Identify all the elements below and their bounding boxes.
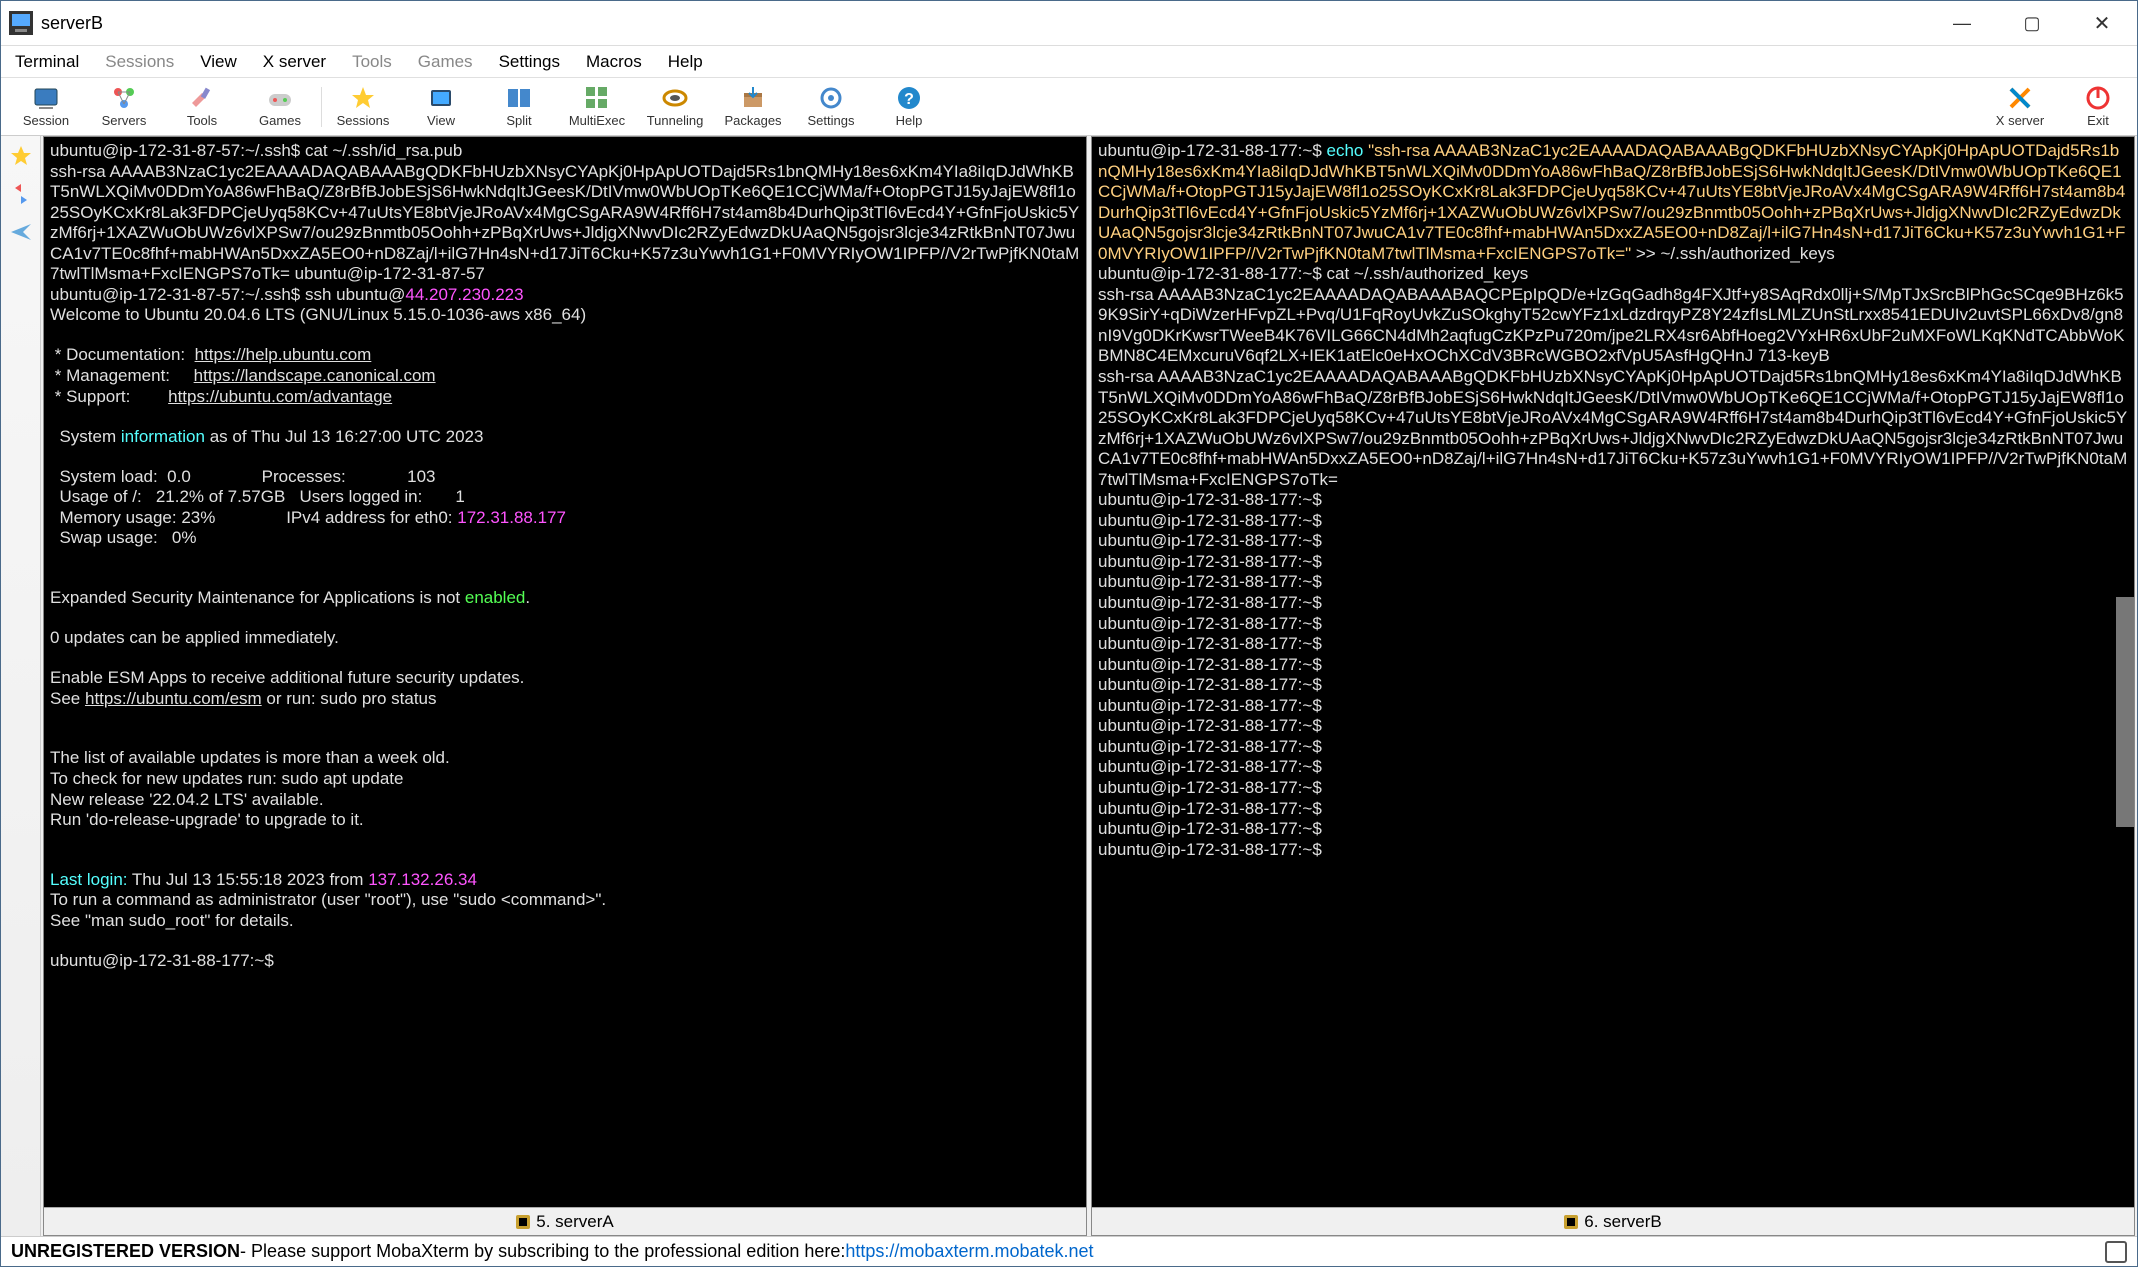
- menu-terminal[interactable]: Terminal: [5, 48, 89, 76]
- menubar: Terminal Sessions View X server Tools Ga…: [1, 46, 2137, 78]
- right-pane: ubuntu@ip-172-31-88-177:~$ echo "ssh-rsa…: [1091, 136, 2135, 1236]
- tool-packages[interactable]: Packages: [714, 79, 792, 135]
- menu-help[interactable]: Help: [658, 48, 713, 76]
- tool-tools[interactable]: Tools: [163, 79, 241, 135]
- window-title: serverB: [41, 13, 1927, 34]
- right-terminal[interactable]: ubuntu@ip-172-31-88-177:~$ echo "ssh-rsa…: [1092, 137, 2134, 1207]
- left-terminal[interactable]: ubuntu@ip-172-31-87-57:~/.ssh$ cat ~/.ss…: [44, 137, 1086, 1207]
- maximize-button[interactable]: ▢: [1997, 1, 2067, 45]
- right-tab[interactable]: 6. serverB: [1092, 1207, 2134, 1235]
- menu-view[interactable]: View: [190, 48, 247, 76]
- tool-view[interactable]: View: [402, 79, 480, 135]
- sidebar: [1, 136, 41, 1236]
- menu-xserver[interactable]: X server: [253, 48, 336, 76]
- sidebar-arrows-icon[interactable]: [7, 180, 35, 208]
- left-tab[interactable]: 5. serverA: [44, 1207, 1086, 1235]
- menu-sessions[interactable]: Sessions: [95, 48, 184, 76]
- tool-games[interactable]: Games: [241, 79, 319, 135]
- toolbar: Session Servers Tools Games Sessions Vie…: [1, 78, 2137, 136]
- titlebar: serverB — ▢ ✕: [1, 1, 2137, 46]
- menu-macros[interactable]: Macros: [576, 48, 652, 76]
- tool-exit[interactable]: Exit: [2059, 79, 2137, 135]
- menu-tools[interactable]: Tools: [342, 48, 402, 76]
- status-right-icon[interactable]: [2105, 1241, 2127, 1263]
- tool-xserver[interactable]: X server: [1981, 79, 2059, 135]
- svg-text:?: ?: [904, 91, 914, 108]
- status-link[interactable]: https://mobaxterm.mobatek.net: [845, 1241, 1093, 1262]
- tool-help[interactable]: ?Help: [870, 79, 948, 135]
- terminal-icon: [1564, 1215, 1578, 1229]
- tool-sessions[interactable]: Sessions: [324, 79, 402, 135]
- unregistered-label: UNREGISTERED VERSION: [11, 1241, 240, 1262]
- terminal-icon: [516, 1215, 530, 1229]
- tool-tunneling[interactable]: Tunneling: [636, 79, 714, 135]
- scrollbar-thumb[interactable]: [2116, 597, 2134, 827]
- sidebar-send-icon[interactable]: [7, 218, 35, 246]
- tool-session[interactable]: Session: [7, 79, 85, 135]
- app-icon: [9, 11, 33, 35]
- menu-games[interactable]: Games: [408, 48, 483, 76]
- menu-settings[interactable]: Settings: [489, 48, 570, 76]
- left-pane: ubuntu@ip-172-31-87-57:~/.ssh$ cat ~/.ss…: [43, 136, 1087, 1236]
- tool-multiexec[interactable]: MultiExec: [558, 79, 636, 135]
- minimize-button[interactable]: —: [1927, 1, 1997, 45]
- statusbar: UNREGISTERED VERSION - Please support Mo…: [1, 1236, 2137, 1266]
- tool-split[interactable]: Split: [480, 79, 558, 135]
- tool-settings[interactable]: Settings: [792, 79, 870, 135]
- tool-servers[interactable]: Servers: [85, 79, 163, 135]
- sidebar-star-icon[interactable]: [7, 142, 35, 170]
- close-button[interactable]: ✕: [2067, 1, 2137, 45]
